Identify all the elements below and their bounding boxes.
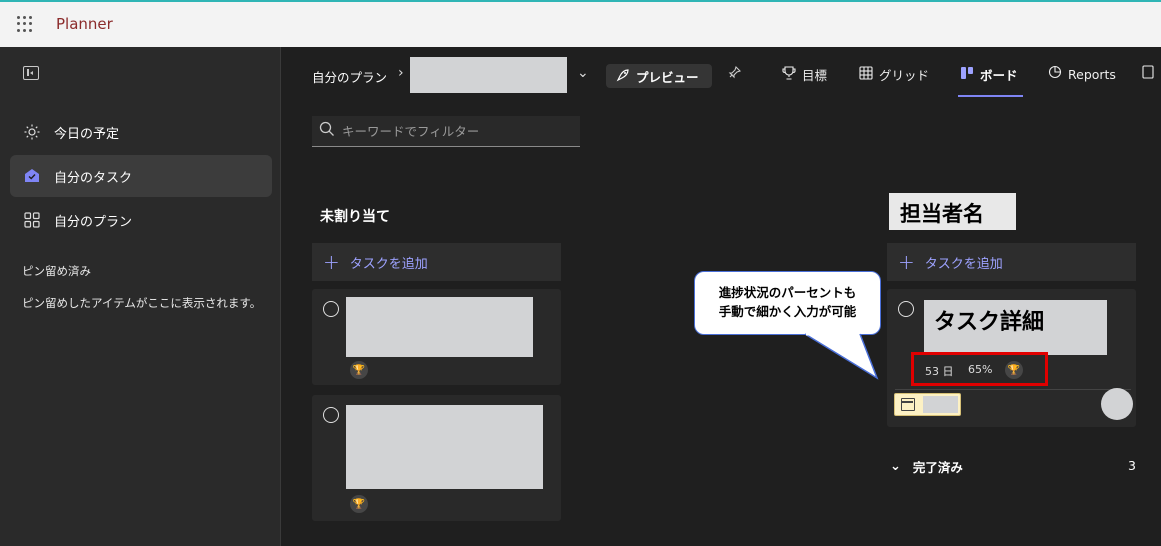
preview-label: プレビュー bbox=[636, 69, 699, 85]
filter-input[interactable] bbox=[342, 123, 572, 139]
sidebar-item-my-plans[interactable]: 自分のプラン bbox=[10, 199, 272, 241]
add-task-button[interactable]: + タスクを追加 bbox=[887, 243, 1136, 281]
my-tasks-icon bbox=[24, 168, 40, 184]
callout-line-1: 進捗状況のパーセントも bbox=[718, 285, 857, 300]
tab-reports[interactable]: Reports bbox=[1048, 65, 1116, 83]
completed-label: 完了済み bbox=[912, 460, 963, 475]
sidebar-item-today[interactable]: 今日の予定 bbox=[10, 111, 272, 153]
tab-label: Reports bbox=[1068, 66, 1116, 82]
chevron-right-icon: › bbox=[398, 65, 404, 81]
app-name: Planner bbox=[56, 15, 113, 33]
goal-icon: 🏆 bbox=[1005, 361, 1023, 379]
collapse-sidebar-icon[interactable] bbox=[23, 66, 39, 80]
task-progress: 65% bbox=[968, 363, 993, 376]
grid-plans-icon bbox=[24, 212, 40, 228]
add-task-label: タスクを追加 bbox=[924, 256, 1003, 272]
complete-task-radio[interactable] bbox=[323, 301, 339, 317]
tab-board[interactable]: ボード bbox=[960, 65, 1018, 84]
task-title-redacted bbox=[346, 297, 533, 357]
task-card[interactable]: 🏆 bbox=[312, 289, 561, 385]
rocket-icon bbox=[616, 68, 630, 85]
task-days: 53 日 bbox=[925, 365, 954, 378]
avatar[interactable] bbox=[1101, 388, 1133, 420]
breadcrumb[interactable]: 自分のプラン bbox=[312, 67, 387, 86]
chevron-down-icon: ⌄ bbox=[890, 459, 901, 474]
task-title-redacted bbox=[346, 405, 543, 489]
completed-section-toggle[interactable]: ⌄ 完了済み bbox=[890, 457, 963, 476]
sidebar-item-label: 自分のタスク bbox=[54, 170, 133, 186]
tab-label: 目標 bbox=[802, 68, 828, 83]
tab-grid[interactable]: グリッド bbox=[859, 65, 929, 84]
task-title: タスク詳細 bbox=[934, 310, 1045, 335]
goal-icon: 🏆 bbox=[350, 495, 368, 513]
completed-count: 3 bbox=[1128, 458, 1136, 473]
sidebar: 今日の予定 自分のタスク 自分のプラン ピン留め済み ピン留めしたアイテムがここ… bbox=[0, 47, 281, 546]
complete-task-radio[interactable] bbox=[898, 301, 914, 317]
due-date-redacted bbox=[923, 396, 958, 413]
callout-pointer bbox=[804, 333, 879, 380]
bucket-title-assignee: 担当者名 bbox=[889, 193, 1016, 230]
pinned-empty-message: ピン留めしたアイテムがここに表示されます。 bbox=[22, 296, 262, 310]
tab-goals[interactable]: 目標 bbox=[782, 65, 827, 84]
calendar-icon bbox=[901, 398, 915, 411]
board-icon bbox=[960, 66, 974, 84]
keyword-filter[interactable] bbox=[312, 116, 580, 147]
plan-name-redacted bbox=[410, 57, 567, 93]
reports-icon bbox=[1048, 65, 1062, 83]
sidebar-item-label: 自分のプラン bbox=[54, 214, 133, 230]
tab-label: グリッド bbox=[879, 68, 930, 83]
plus-icon: + bbox=[323, 250, 340, 274]
active-tab-indicator bbox=[958, 95, 1023, 97]
title-bar: Planner bbox=[0, 0, 1161, 47]
sidebar-item-label: 今日の予定 bbox=[54, 126, 120, 142]
annotation-callout: 進捗状況のパーセントも 手動で細かく入力が可能 bbox=[694, 271, 881, 335]
add-task-label: タスクを追加 bbox=[349, 256, 428, 272]
bucket-title-unassigned: 未割り当て bbox=[320, 209, 390, 225]
goal-icon: 🏆 bbox=[350, 361, 368, 379]
plus-icon: + bbox=[898, 250, 915, 274]
card-divider bbox=[895, 389, 1131, 390]
chevron-down-icon[interactable]: ⌄ bbox=[577, 65, 589, 81]
sun-icon bbox=[24, 124, 40, 140]
pinned-section-title: ピン留め済み bbox=[22, 264, 91, 278]
complete-task-radio[interactable] bbox=[323, 407, 339, 423]
due-date-badge[interactable] bbox=[894, 393, 961, 416]
more-tab-icon[interactable] bbox=[1142, 65, 1156, 79]
search-icon bbox=[319, 121, 335, 141]
pin-icon[interactable] bbox=[728, 65, 742, 83]
callout-line-2: 手動で細かく入力が可能 bbox=[718, 304, 857, 319]
plan-header: 自分のプラン › ⌄ プレビュー 目標 グリッド ボード Reports bbox=[281, 47, 1161, 105]
app-launcher-icon[interactable] bbox=[17, 16, 33, 32]
grid-icon bbox=[859, 65, 873, 84]
preview-button[interactable]: プレビュー bbox=[606, 64, 712, 88]
tab-label: ボード bbox=[980, 68, 1018, 83]
trophy-icon bbox=[782, 65, 796, 84]
add-task-button[interactable]: + タスクを追加 bbox=[312, 243, 561, 281]
task-card[interactable]: 🏆 bbox=[312, 395, 561, 521]
sidebar-item-my-tasks[interactable]: 自分のタスク bbox=[10, 155, 272, 197]
